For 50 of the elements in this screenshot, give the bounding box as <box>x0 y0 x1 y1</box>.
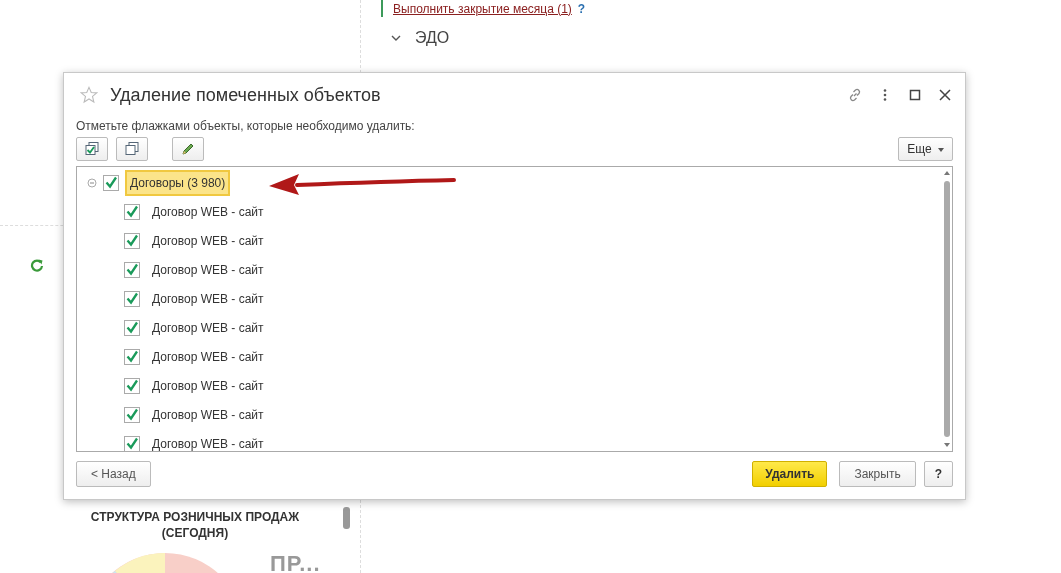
help-button[interactable]: ? <box>923 461 953 487</box>
checkbox[interactable] <box>124 203 140 220</box>
checked-boxes-icon <box>84 141 100 157</box>
checkbox[interactable] <box>124 319 140 336</box>
help-link[interactable]: ? <box>577 1 586 16</box>
uncheck-all-button[interactable] <box>116 137 148 161</box>
scroll-down-icon[interactable] <box>943 443 950 447</box>
chart-label: ПР... <box>270 551 321 573</box>
tree-item[interactable]: Договор WEB - сайт <box>150 201 266 222</box>
collapse-icon[interactable] <box>87 177 97 188</box>
instruction-text: Отметьте флажками объекты, которые необходимо удалить: <box>76 119 416 133</box>
checkbox[interactable] <box>124 348 140 365</box>
link-icon[interactable] <box>847 87 863 103</box>
tree-item[interactable]: Договор WEB - сайт <box>150 346 266 367</box>
check-all-button[interactable] <box>76 137 108 161</box>
close-button[interactable]: Закрыть <box>839 461 916 487</box>
tree-item[interactable]: Договор WEB - сайт <box>150 259 266 280</box>
tree-item[interactable]: Договор WEB - сайт <box>150 288 266 309</box>
checkbox[interactable] <box>103 174 119 191</box>
refresh-icon[interactable] <box>30 258 44 272</box>
checkbox[interactable] <box>124 232 140 249</box>
boxes-icon <box>124 141 140 157</box>
scrollbar[interactable] <box>943 181 950 437</box>
delete-button[interactable]: Удалить <box>752 461 828 487</box>
caret-icon <box>938 147 944 152</box>
checkbox[interactable] <box>124 435 140 451</box>
more-button[interactable]: Еще <box>898 137 953 161</box>
tree-item[interactable]: Договор WEB - сайт <box>150 317 266 338</box>
star-icon[interactable] <box>80 86 98 104</box>
maximize-icon[interactable] <box>907 87 923 103</box>
checkbox[interactable] <box>124 261 140 278</box>
window-title: Удаление помеченных объектов <box>110 84 381 106</box>
scrollbar[interactable] <box>343 507 350 529</box>
scroll-up-icon[interactable] <box>943 171 950 175</box>
tree-item[interactable]: Договор WEB - сайт <box>150 230 266 251</box>
checkbox[interactable] <box>124 290 140 307</box>
checkbox[interactable] <box>124 406 140 423</box>
checkbox[interactable] <box>124 377 140 394</box>
edit-button[interactable] <box>172 137 204 161</box>
chart-title: СТРУКТУРА РОЗНИЧНЫХ ПРОДАЖ (СЕГОДНЯ) <box>89 509 301 541</box>
back-button[interactable]: < Назад <box>76 461 151 487</box>
pencil-icon <box>180 141 196 157</box>
tree-item[interactable]: Договор WEB - сайт <box>150 433 266 451</box>
chevron-icon[interactable] <box>391 35 401 41</box>
close-icon[interactable] <box>937 87 953 103</box>
tree-item[interactable]: Договор WEB - сайт <box>150 375 266 396</box>
link[interactable]: Выполнить закрытие месяца (1) <box>393 1 572 16</box>
section-title: ЭДО <box>415 29 450 47</box>
tree-item[interactable]: Договор WEB - сайт <box>150 404 266 425</box>
tree-item[interactable]: Договоры (3 980) <box>125 169 231 196</box>
